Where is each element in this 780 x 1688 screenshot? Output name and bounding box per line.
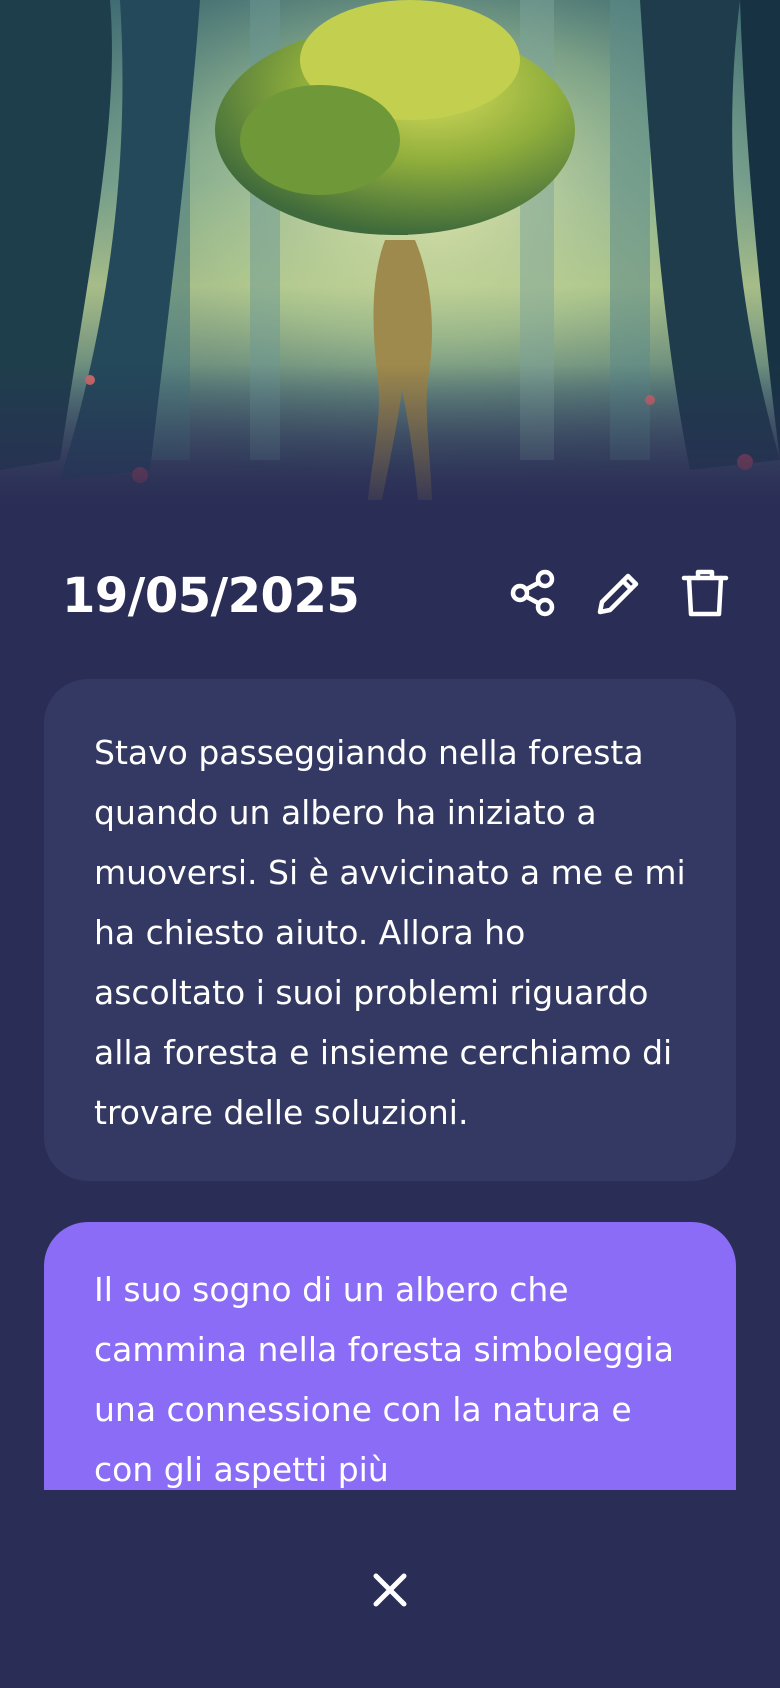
share-icon bbox=[510, 569, 555, 617]
interpretation-card: Il suo sogno di un albero che cammina ne… bbox=[44, 1222, 736, 1490]
pencil-icon bbox=[597, 573, 639, 615]
entry-header: 19/05/2025 bbox=[0, 560, 780, 634]
entry-date: 19/05/2025 bbox=[62, 568, 360, 624]
delete-button[interactable] bbox=[672, 560, 738, 626]
interpretation-text: Il suo sogno di un albero che cammina ne… bbox=[94, 1270, 674, 1489]
close-icon bbox=[373, 1573, 407, 1607]
share-button[interactable] bbox=[500, 560, 566, 626]
edit-button[interactable] bbox=[586, 560, 652, 626]
trash-icon bbox=[681, 569, 729, 617]
dream-illustration bbox=[0, 0, 780, 520]
dream-text-card: Stavo passeggiando nella foresta quando … bbox=[44, 679, 736, 1181]
close-button[interactable] bbox=[360, 1560, 420, 1620]
dream-text: Stavo passeggiando nella foresta quando … bbox=[94, 733, 686, 1132]
